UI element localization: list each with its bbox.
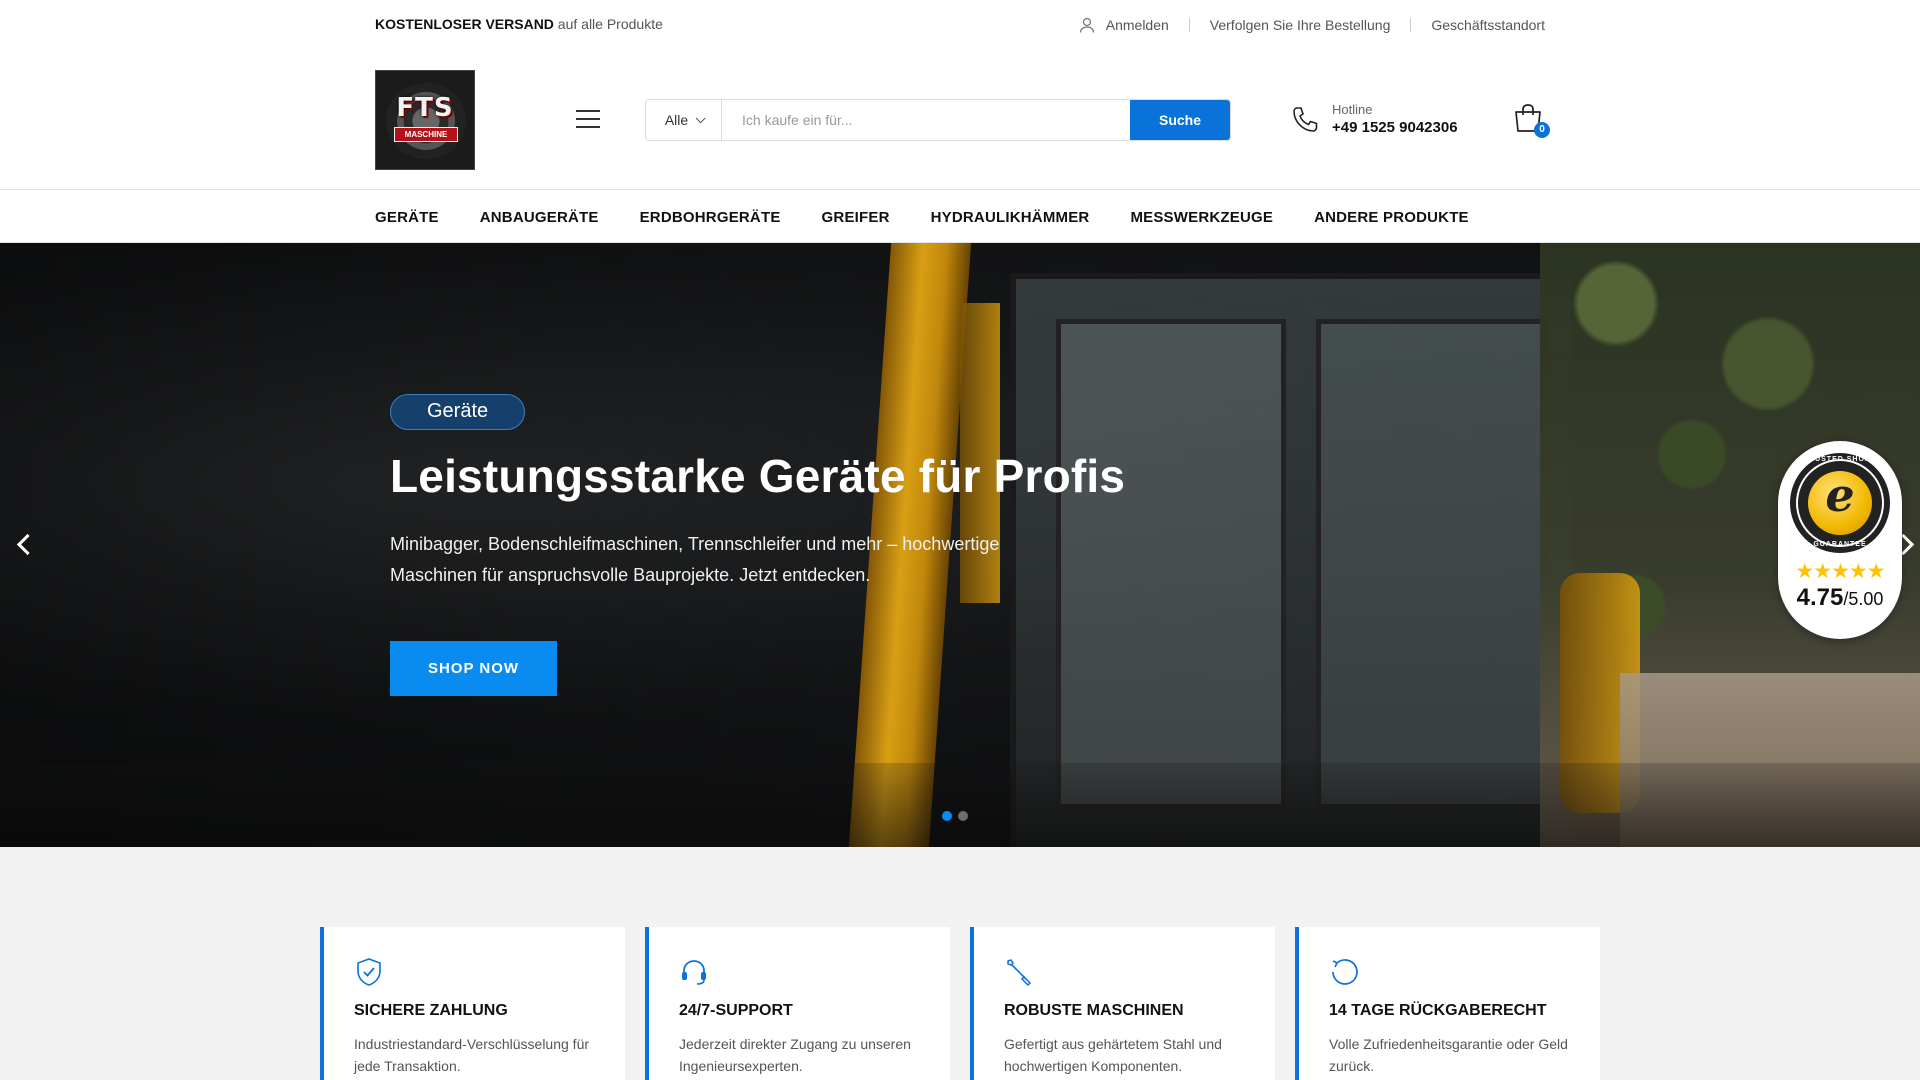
feature-card: 14 TAGE RÜCKGABERECHT Volle Zufriedenhei… [1295,927,1600,1080]
user-icon [1079,17,1094,33]
slider-dot[interactable] [942,811,952,821]
shield-check-icon [357,958,381,986]
divider [1410,18,1412,32]
feature-text: Jederzeit direkter Zugang zu unseren Ing… [679,1036,911,1074]
refresh-icon [1332,959,1358,985]
promo-text: auf alle Produkte [553,16,663,32]
nav-item-greifer[interactable]: GREIFER [822,209,890,226]
phone-icon [1293,107,1318,132]
feature-card: 24/7-SUPPORT Jederzeit direkter Zugang z… [645,927,950,1080]
feature-title: 24/7-SUPPORT [679,1002,793,1019]
promo-bold: KOSTENLOSER VERSAND [375,16,554,32]
nav-item-erdbohrgeraete[interactable]: ERDBOHRGERÄTE [640,209,781,226]
feature-title: ROBUSTE MASCHINEN [1004,1002,1184,1019]
logo-text: FTS [396,93,454,123]
rating-value: 4.75 [1796,584,1844,611]
divider [1188,18,1190,32]
logo[interactable]: FTS MASCHINE [375,70,475,170]
search-input[interactable] [722,100,1130,140]
wrench-icon [1007,959,1032,987]
rating-max: /5.00 [1843,589,1884,609]
feature-card: SICHERE ZAHLUNG Industriestandard-Versch… [320,927,625,1080]
shipping-promo: KOSTENLOSER VERSAND auf alle Produkte [375,16,663,32]
features-section: SICHERE ZAHLUNG Industriestandard-Versch… [0,847,1920,1080]
header: FTS MASCHINE Alle Suche Hotline +49 1525… [0,50,1920,190]
login-label: Anmelden [1105,17,1169,33]
hero-content: Geräte Leistungsstarke Geräte für Profis… [390,243,1290,847]
trusted-shops-seal-icon: TRUSTED SHOPS e GUARANTEE [1790,453,1890,553]
nav-item-anbaugeraete[interactable]: ANBAUGERÄTE [480,209,599,226]
nav-item-messwerkzeuge[interactable]: MESSWERKZEUGE [1130,209,1273,226]
category-value: Alle [664,112,689,128]
feature-text: Gefertigt aus gehärtetem Stahl und hochw… [1004,1036,1222,1074]
cart-button[interactable]: 0 [1512,102,1550,138]
feature-text: Volle Zufriedenheitsgarantie oder Geld z… [1329,1036,1568,1074]
store-location-link[interactable]: Geschäftsstandort [1431,17,1545,33]
slider-dots [942,811,974,821]
search-bar: Alle Suche [645,99,1231,141]
rating-score: 4.75/5.00 [1778,584,1902,612]
cart-count-badge: 0 [1534,122,1550,138]
headset-icon [682,960,706,985]
rating-stars: ★★★★★ [1795,559,1885,583]
slider-dot[interactable] [958,811,968,821]
nav-item-hydraulikhaemmer[interactable]: HYDRAULIKHÄMMER [931,209,1090,226]
nav-item-geraete[interactable]: GERÄTE [375,209,439,226]
feature-title: 14 TAGE RÜCKGABERECHT [1329,1002,1547,1019]
top-links: Anmelden Verfolgen Sie Ihre Bestellung G… [1078,16,1545,34]
hero-slider: Geräte Leistungsstarke Geräte für Profis… [0,243,1920,847]
shop-now-button[interactable]: SHOP NOW [390,641,557,696]
chevron-down-icon [695,112,706,123]
slider-prev-arrow-icon[interactable] [14,529,30,559]
hotline[interactable]: Hotline +49 1525 9042306 [1290,102,1458,138]
hero-text: Minibagger, Bodenschleifmaschinen, Trenn… [390,534,1000,585]
hotline-label: Hotline [1332,102,1373,117]
feature-title: SICHERE ZAHLUNG [354,1002,508,1019]
trusted-shops-badge[interactable]: TRUSTED SHOPS e GUARANTEE ★★★★★ 4.75/5.0… [1778,441,1902,639]
top-bar: KOSTENLOSER VERSAND auf alle Produkte An… [0,0,1920,50]
feature-text: Industriestandard-Verschlüsselung für je… [354,1036,590,1074]
login-link[interactable]: Anmelden [1078,16,1169,34]
hero-title: Leistungsstarke Geräte für Profis [390,450,1126,502]
main-nav: GERÄTE ANBAUGERÄTE ERDBOHRGERÄTE GREIFER… [0,191,1920,243]
track-order-link[interactable]: Verfolgen Sie Ihre Bestellung [1210,17,1391,33]
hotline-number: +49 1525 9042306 [1332,119,1458,136]
category-select[interactable]: Alle [646,100,722,140]
nav-item-andere-produkte[interactable]: ANDERE PRODUKTE [1314,209,1469,226]
hero-category-tag: Geräte [390,394,526,430]
search-button[interactable]: Suche [1130,100,1230,140]
seal-ring-bottom-text: GUARANTEE [1813,541,1867,548]
menu-icon[interactable] [576,110,600,128]
logo-subtext: MASCHINE [394,127,458,142]
feature-card: ROBUSTE MASCHINEN Gefertigt aus gehärtet… [970,927,1275,1080]
